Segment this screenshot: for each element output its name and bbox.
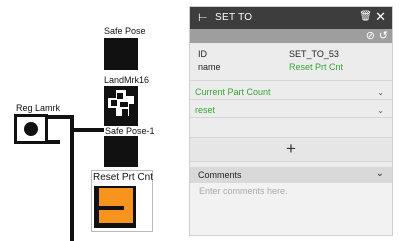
wire-reg-bottom xyxy=(48,140,60,144)
value-dropdown[interactable]: reset xyxy=(195,105,215,115)
panel-title: SET TO xyxy=(215,12,253,23)
divider xyxy=(190,117,392,118)
comments-placeholder: Enter comments here. xyxy=(199,186,288,196)
variable-dropdown[interactable]: Current Part Count xyxy=(195,87,271,97)
wire-to-safe-pose-1 xyxy=(74,128,104,132)
property-value-id: SET_TO_53 xyxy=(289,49,339,59)
chevron-down-icon[interactable]: ⌄ xyxy=(376,168,384,179)
target-icon xyxy=(24,122,38,136)
panel-toolbar: ⊘ ↺ xyxy=(190,29,392,43)
add-button[interactable]: + xyxy=(190,137,392,162)
panel-titlebar: ⊢ SET TO 🗑 ✕ xyxy=(190,7,392,29)
comments-label: Comments xyxy=(198,170,242,180)
chevron-down-icon[interactable]: ⌄ xyxy=(377,88,384,97)
comments-header[interactable]: Comments ⌄ xyxy=(190,167,392,183)
node-label-reg-landmark: Reg Lamrk xyxy=(16,103,61,113)
program-canvas[interactable]: Safe Pose LandMrk16 Reg Lamrk Safe Pose-… xyxy=(0,0,190,241)
chevron-down-icon[interactable]: ⌄ xyxy=(377,106,384,115)
divider xyxy=(190,80,392,81)
flag-icon: ⊢ xyxy=(198,12,208,24)
properties-panel: ⊢ SET TO 🗑 ✕ ⊘ ↺ ID SET_TO_53 name Reset… xyxy=(189,6,393,236)
close-icon[interactable]: ✕ xyxy=(375,9,386,25)
node-label-safe-pose-1: Safe Pose-1 xyxy=(104,126,156,136)
property-value-name[interactable]: Reset Prt Cnt xyxy=(289,62,343,72)
node-label-reset-part-count: Reset Prt Cnt xyxy=(93,172,154,183)
set-to-icon-bar xyxy=(94,206,124,210)
disable-icon[interactable]: ⊘ xyxy=(366,29,375,42)
landmark-qr-icon xyxy=(108,90,134,116)
divider xyxy=(190,99,392,100)
node-label-safe-pose: Safe Pose xyxy=(104,26,146,36)
refresh-icon[interactable]: ↺ xyxy=(379,29,388,42)
trash-icon[interactable]: 🗑 xyxy=(359,11,372,22)
property-key-id: ID xyxy=(198,49,207,59)
node-label-landmark: LandMrk16 xyxy=(104,75,150,85)
node-safe-pose[interactable] xyxy=(104,38,138,70)
wire-reg-down xyxy=(70,115,74,241)
property-key-name: name xyxy=(198,62,221,72)
comments-textarea[interactable]: Enter comments here. xyxy=(190,183,392,235)
